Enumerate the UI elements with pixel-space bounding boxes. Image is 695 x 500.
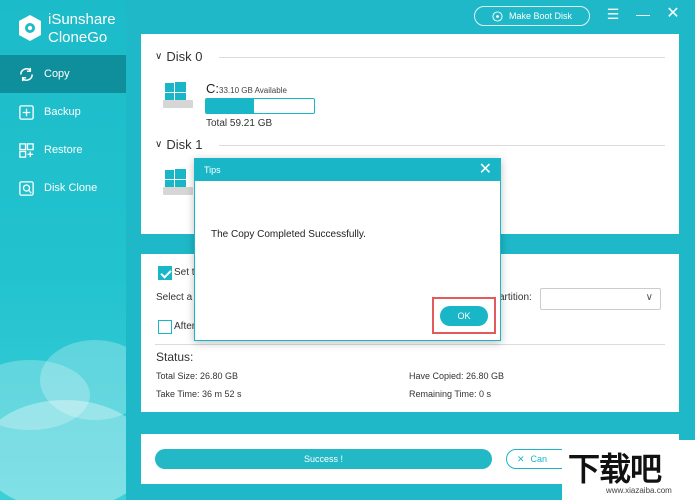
windows-drive-icon[interactable] bbox=[163, 168, 193, 196]
drive-usage-bar bbox=[205, 98, 315, 114]
logo-icon bbox=[19, 15, 41, 41]
partition-select[interactable]: ∨ bbox=[540, 288, 661, 310]
make-boot-disk-button[interactable]: Make Boot Disk bbox=[474, 6, 590, 26]
sidebar-item-copy[interactable]: Copy bbox=[0, 55, 126, 93]
tips-dialog: Tips ✕ The Copy Completed Successfully. … bbox=[194, 158, 501, 341]
partition-label: artition: bbox=[499, 292, 532, 303]
divider bbox=[155, 344, 665, 345]
divider bbox=[219, 57, 665, 58]
sidebar: iSunshare CloneGo Copy Backup Restore Di… bbox=[0, 0, 126, 500]
watermark-url: www.xiazaiba.com bbox=[606, 486, 672, 495]
status-title: Status: bbox=[156, 350, 194, 364]
dialog-message: The Copy Completed Successfully. bbox=[211, 229, 366, 240]
backup-icon bbox=[19, 104, 34, 120]
chevron-down-icon: ∨ bbox=[155, 51, 163, 62]
menu-icon[interactable]: ☰ bbox=[604, 4, 622, 24]
divider bbox=[219, 145, 665, 146]
sidebar-item-label: Copy bbox=[44, 68, 70, 80]
disc-icon bbox=[492, 10, 503, 22]
chevron-down-icon: ∨ bbox=[155, 139, 163, 150]
progress-bar: Success ! bbox=[155, 449, 492, 469]
close-icon: ✕ bbox=[517, 453, 525, 464]
set-checkbox[interactable] bbox=[158, 266, 172, 280]
minimize-icon[interactable]: — bbox=[634, 4, 652, 24]
disk-clone-icon bbox=[19, 180, 34, 196]
sidebar-item-label: Disk Clone bbox=[44, 182, 98, 194]
disk-0-header[interactable]: ∨ Disk 0 bbox=[155, 49, 202, 64]
select-label: Select a bbox=[156, 292, 193, 303]
sidebar-item-label: Restore bbox=[44, 144, 83, 156]
ok-button[interactable]: OK bbox=[440, 306, 488, 326]
remaining-time: Remaining Time: 0 s bbox=[409, 389, 492, 399]
total-size: Total Size: 26.80 GB bbox=[156, 371, 239, 381]
sidebar-item-restore[interactable]: Restore bbox=[0, 131, 126, 169]
app-logo: iSunshare CloneGo bbox=[14, 10, 124, 50]
close-icon[interactable]: ✕ bbox=[664, 4, 682, 24]
sidebar-item-label: Backup bbox=[44, 106, 81, 118]
take-time: Take Time: 36 m 52 s bbox=[156, 389, 242, 399]
refresh-icon bbox=[20, 67, 33, 81]
watermark-text: 下载吧 bbox=[568, 451, 662, 487]
usage-fill bbox=[206, 99, 254, 113]
have-copied: Have Copied: 26.80 GB bbox=[409, 371, 505, 381]
title-bar: Make Boot Disk ☰ — ✕ bbox=[126, 0, 695, 30]
sidebar-item-disk-clone[interactable]: Disk Clone bbox=[0, 169, 126, 207]
drive-c-label: C:33.10 GB Available bbox=[206, 81, 287, 96]
dialog-close-icon[interactable]: ✕ bbox=[479, 160, 492, 180]
disk-1-header[interactable]: ∨ Disk 1 bbox=[155, 137, 202, 152]
drive-total: Total 59.21 GB bbox=[206, 118, 273, 129]
chevron-down-icon: ∨ bbox=[645, 292, 653, 303]
dialog-title: Tips bbox=[195, 159, 500, 181]
set-label: Set t bbox=[174, 267, 195, 278]
app-name: iSunshare CloneGo bbox=[48, 11, 116, 46]
windows-drive-icon[interactable] bbox=[163, 81, 193, 109]
ok-highlight: OK bbox=[432, 297, 496, 334]
after-checkbox[interactable] bbox=[158, 320, 172, 334]
cloud-decoration bbox=[0, 400, 126, 500]
restore-icon bbox=[19, 142, 34, 158]
watermark: 下载吧 www.xiazaiba.com bbox=[562, 440, 695, 500]
after-label: After bbox=[174, 321, 196, 332]
sidebar-item-backup[interactable]: Backup bbox=[0, 93, 126, 131]
